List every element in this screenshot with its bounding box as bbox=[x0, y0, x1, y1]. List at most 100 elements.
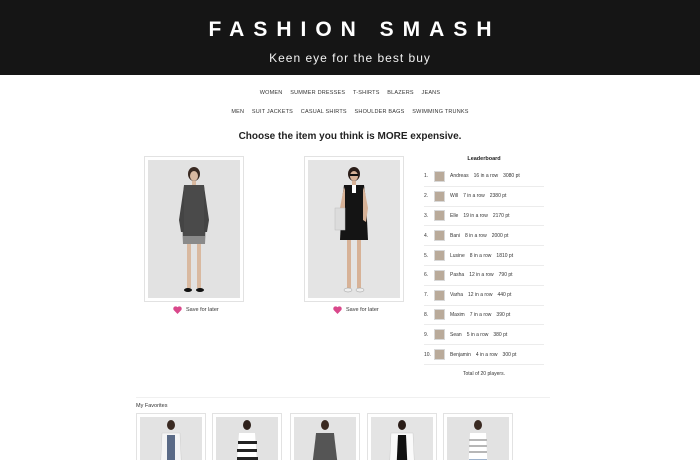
product-image-left bbox=[148, 160, 240, 298]
points: 440 pt bbox=[497, 292, 512, 299]
avatar bbox=[434, 230, 445, 242]
streak: 4 in a row bbox=[475, 351, 498, 358]
streak: 7 in a row bbox=[469, 311, 492, 318]
rank: 3. bbox=[424, 212, 429, 219]
player-name: Lusine bbox=[450, 252, 465, 259]
avatar bbox=[434, 269, 445, 281]
player-name: Sean bbox=[450, 331, 462, 338]
avatar bbox=[434, 289, 445, 301]
rank: 2. bbox=[424, 193, 429, 200]
points: 380 pt bbox=[493, 331, 508, 338]
favorite-item[interactable] bbox=[212, 413, 282, 460]
rank: 4. bbox=[424, 232, 429, 239]
rank: 1. bbox=[424, 173, 429, 180]
rank: 7. bbox=[424, 292, 429, 299]
streak: 19 in a row bbox=[463, 212, 488, 219]
streak: 16 in a row bbox=[473, 173, 499, 180]
avatar bbox=[434, 349, 445, 361]
leaderboard-row: 9. Sean 5 in a row 380 pt bbox=[424, 325, 544, 346]
save-for-later-label: Save for later bbox=[346, 307, 379, 313]
player-name: Andreas bbox=[450, 173, 469, 180]
favorite-item[interactable] bbox=[136, 413, 206, 460]
leaderboard-total: Total of 20 players. bbox=[463, 370, 505, 377]
avatar bbox=[434, 210, 445, 222]
favorite-image bbox=[371, 417, 433, 460]
nav-link-blazers[interactable]: BLAZERS bbox=[387, 90, 413, 96]
leaderboard-row: 7. Varha 12 in a row 440 pt bbox=[424, 286, 544, 306]
favorite-item[interactable] bbox=[367, 413, 437, 460]
site-header: FASHION SMASH Keen eye for the best buy bbox=[0, 0, 700, 75]
favorite-item[interactable] bbox=[290, 413, 360, 460]
points: 2170 pt bbox=[492, 212, 510, 219]
streak: 8 in a row bbox=[469, 252, 492, 259]
streak: 8 in a row bbox=[465, 232, 487, 239]
leaderboard-title: Leaderboard bbox=[467, 156, 501, 162]
rank: 6. bbox=[424, 272, 429, 279]
nav-link-t-shirts[interactable]: T-SHIRTS bbox=[353, 90, 380, 96]
favorite-image bbox=[140, 417, 202, 460]
rank: 10. bbox=[424, 351, 431, 358]
streak: 7 in a row bbox=[463, 193, 485, 200]
points: 300 pt bbox=[502, 351, 517, 358]
favorite-image bbox=[294, 417, 356, 460]
player-name: Varha bbox=[450, 292, 463, 299]
player-name: Benjamin bbox=[450, 351, 471, 358]
tagline: Keen eye for the best buy bbox=[269, 51, 431, 65]
save-for-later-right[interactable]: Save for later bbox=[333, 306, 379, 314]
points: 790 pt bbox=[498, 272, 513, 279]
nav-link-casual-shirts[interactable]: CASUAL SHIRTS bbox=[301, 109, 347, 115]
nav-link-men[interactable]: MEN bbox=[231, 109, 244, 115]
leaderboard-row: 8. Maxim 7 in a row 390 pt bbox=[424, 306, 544, 326]
leaderboard-row: 3. Elle 19 in a row 2170 pt bbox=[424, 207, 544, 227]
leaderboard-row: 1. Andreas 16 in a row 3080 pt bbox=[424, 167, 544, 187]
favorites-divider bbox=[136, 397, 550, 398]
points: 390 pt bbox=[496, 311, 511, 318]
nav-link-swimming-trunks[interactable]: SWIMMING TRUNKS bbox=[412, 109, 468, 115]
leaderboard-row: 2. Will 7 in a row 2380 pt bbox=[424, 187, 544, 207]
favorite-item[interactable] bbox=[443, 413, 513, 460]
leaderboard-row: 5. Lusine 8 in a row 1810 pt bbox=[424, 246, 544, 266]
points: 3080 pt bbox=[503, 173, 520, 180]
nav-link-shoulder-bags[interactable]: SHOULDER BAGS bbox=[355, 109, 405, 115]
leaderboard-row: 4. Bani 8 in a row 2000 pt bbox=[424, 226, 544, 247]
points: 1810 pt bbox=[496, 252, 514, 259]
streak: 12 in a row bbox=[469, 272, 494, 279]
leaderboard: Leaderboard 1. Andreas 16 in a row 3080 … bbox=[424, 156, 544, 377]
rank: 5. bbox=[424, 252, 429, 259]
heart-icon bbox=[173, 306, 182, 314]
avatar bbox=[434, 250, 445, 262]
category-nav-row-2: MEN SUIT JACKETS CASUAL SHIRTS SHOULDER … bbox=[0, 109, 700, 115]
leaderboard-row: 10. Benjamin 4 in a row 300 pt bbox=[424, 345, 544, 365]
leaderboard-row: 6. Pasha 12 in a row 790 pt bbox=[424, 266, 544, 286]
avatar bbox=[434, 170, 445, 182]
product-card-right[interactable] bbox=[304, 156, 404, 302]
avatar bbox=[434, 190, 445, 202]
player-name: Bani bbox=[450, 232, 461, 239]
points: 2380 pt bbox=[489, 193, 507, 200]
favorite-image bbox=[216, 417, 278, 460]
category-nav-row-1: WOMEN SUMMER DRESSES T-SHIRTS BLAZERS JE… bbox=[0, 90, 700, 96]
save-for-later-left[interactable]: Save for later bbox=[173, 306, 219, 314]
choice-prompt: Choose the item you think is MORE expens… bbox=[238, 131, 462, 142]
product-image-right bbox=[308, 160, 400, 298]
streak: 12 in a row bbox=[467, 292, 493, 299]
player-name: Elle bbox=[450, 212, 459, 219]
favorite-image bbox=[447, 417, 509, 460]
nav-link-suit-jackets[interactable]: SUIT JACKETS bbox=[252, 109, 293, 115]
rank: 8. bbox=[424, 311, 429, 318]
nav-link-jeans[interactable]: JEANS bbox=[422, 90, 441, 96]
nav-link-summer-dresses[interactable]: SUMMER DRESSES bbox=[290, 90, 345, 96]
player-name: Will bbox=[450, 193, 459, 200]
rank: 9. bbox=[424, 331, 429, 338]
save-for-later-label: Save for later bbox=[186, 307, 219, 313]
streak: 5 in a row bbox=[466, 331, 489, 338]
player-name: Maxim bbox=[450, 311, 465, 318]
points: 2000 pt bbox=[491, 232, 509, 239]
favorites-title: My Favorites bbox=[136, 403, 168, 409]
heart-icon bbox=[333, 306, 342, 314]
avatar bbox=[434, 309, 445, 321]
product-card-left[interactable] bbox=[144, 156, 244, 302]
site-title: FASHION SMASH bbox=[208, 18, 501, 41]
nav-link-women[interactable]: WOMEN bbox=[260, 90, 283, 96]
avatar bbox=[434, 329, 445, 341]
